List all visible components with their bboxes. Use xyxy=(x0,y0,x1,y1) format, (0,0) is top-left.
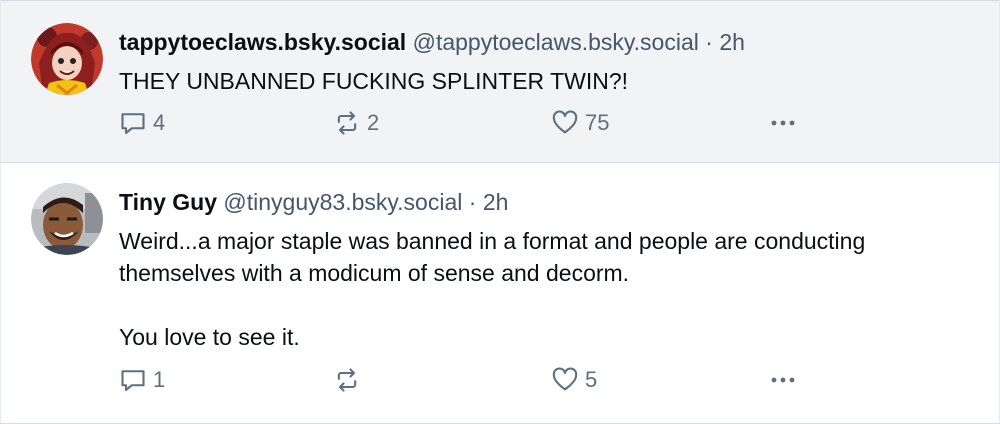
reply-bubble-icon xyxy=(121,113,145,134)
post-time[interactable]: 2h xyxy=(719,29,745,55)
repost-button[interactable]: 2 xyxy=(333,109,379,137)
reply-button[interactable]: 1 xyxy=(119,366,165,394)
heart-icon xyxy=(552,110,578,134)
post-content: tappytoeclaws.bsky.social @tappytoeclaws… xyxy=(119,27,979,97)
post-time[interactable]: 2h xyxy=(483,189,509,215)
meta-separator: · xyxy=(468,189,477,215)
repost-arrows-icon xyxy=(337,368,357,392)
heart-icon xyxy=(552,367,578,391)
post-actions: 1 5 xyxy=(119,366,999,398)
post-content: Tiny Guy @tinyguy83.bsky.social · 2h Wei… xyxy=(119,187,979,353)
reply-bubble-icon xyxy=(121,370,145,391)
like-button[interactable]: 75 xyxy=(551,109,609,137)
like-count: 5 xyxy=(585,367,598,392)
like-button[interactable]: 5 xyxy=(551,366,597,394)
avatar[interactable] xyxy=(31,183,103,255)
post-item[interactable]: Tiny Guy @tinyguy83.bsky.social · 2h Wei… xyxy=(0,163,1000,424)
reply-button[interactable]: 4 xyxy=(119,109,165,137)
post-meta: tappytoeclaws.bsky.social @tappytoeclaws… xyxy=(119,27,979,57)
more-dots-icon xyxy=(771,120,795,126)
repost-button[interactable] xyxy=(333,366,367,394)
post-text: THEY UNBANNED FUCKING SPLINTER TWIN?! xyxy=(119,65,979,97)
author-name[interactable]: tappytoeclaws.bsky.social xyxy=(119,29,406,55)
post-text-paragraph: You love to see it. xyxy=(119,324,300,350)
post-actions: 4 2 75 xyxy=(119,109,999,141)
post-text-paragraph: Weird...a major staple was banned in a f… xyxy=(119,228,866,286)
author-name[interactable]: Tiny Guy xyxy=(119,189,217,215)
reply-count: 1 xyxy=(153,367,166,392)
post-text: Weird...a major staple was banned in a f… xyxy=(119,225,979,353)
meta-separator: · xyxy=(705,29,713,55)
post-text-paragraph: THEY UNBANNED FUCKING SPLINTER TWIN?! xyxy=(119,68,629,94)
post-meta: Tiny Guy @tinyguy83.bsky.social · 2h xyxy=(119,187,979,217)
repost-count: 2 xyxy=(367,110,380,135)
repost-arrows-icon xyxy=(337,111,357,135)
anime-character-avatar-icon xyxy=(31,23,103,95)
more-options-button[interactable] xyxy=(767,109,799,137)
author-handle[interactable]: @tappytoeclaws.bsky.social xyxy=(413,29,699,55)
more-options-button[interactable] xyxy=(767,366,799,394)
like-count: 75 xyxy=(585,110,610,135)
post-feed: tappytoeclaws.bsky.social @tappytoeclaws… xyxy=(0,0,1000,424)
more-dots-icon xyxy=(771,377,795,383)
smiling-man-photo-avatar-icon xyxy=(31,183,103,255)
avatar[interactable] xyxy=(31,23,103,95)
post-item[interactable]: tappytoeclaws.bsky.social @tappytoeclaws… xyxy=(0,0,1000,163)
reply-count: 4 xyxy=(153,110,166,135)
author-handle[interactable]: @tinyguy83.bsky.social xyxy=(223,189,462,215)
